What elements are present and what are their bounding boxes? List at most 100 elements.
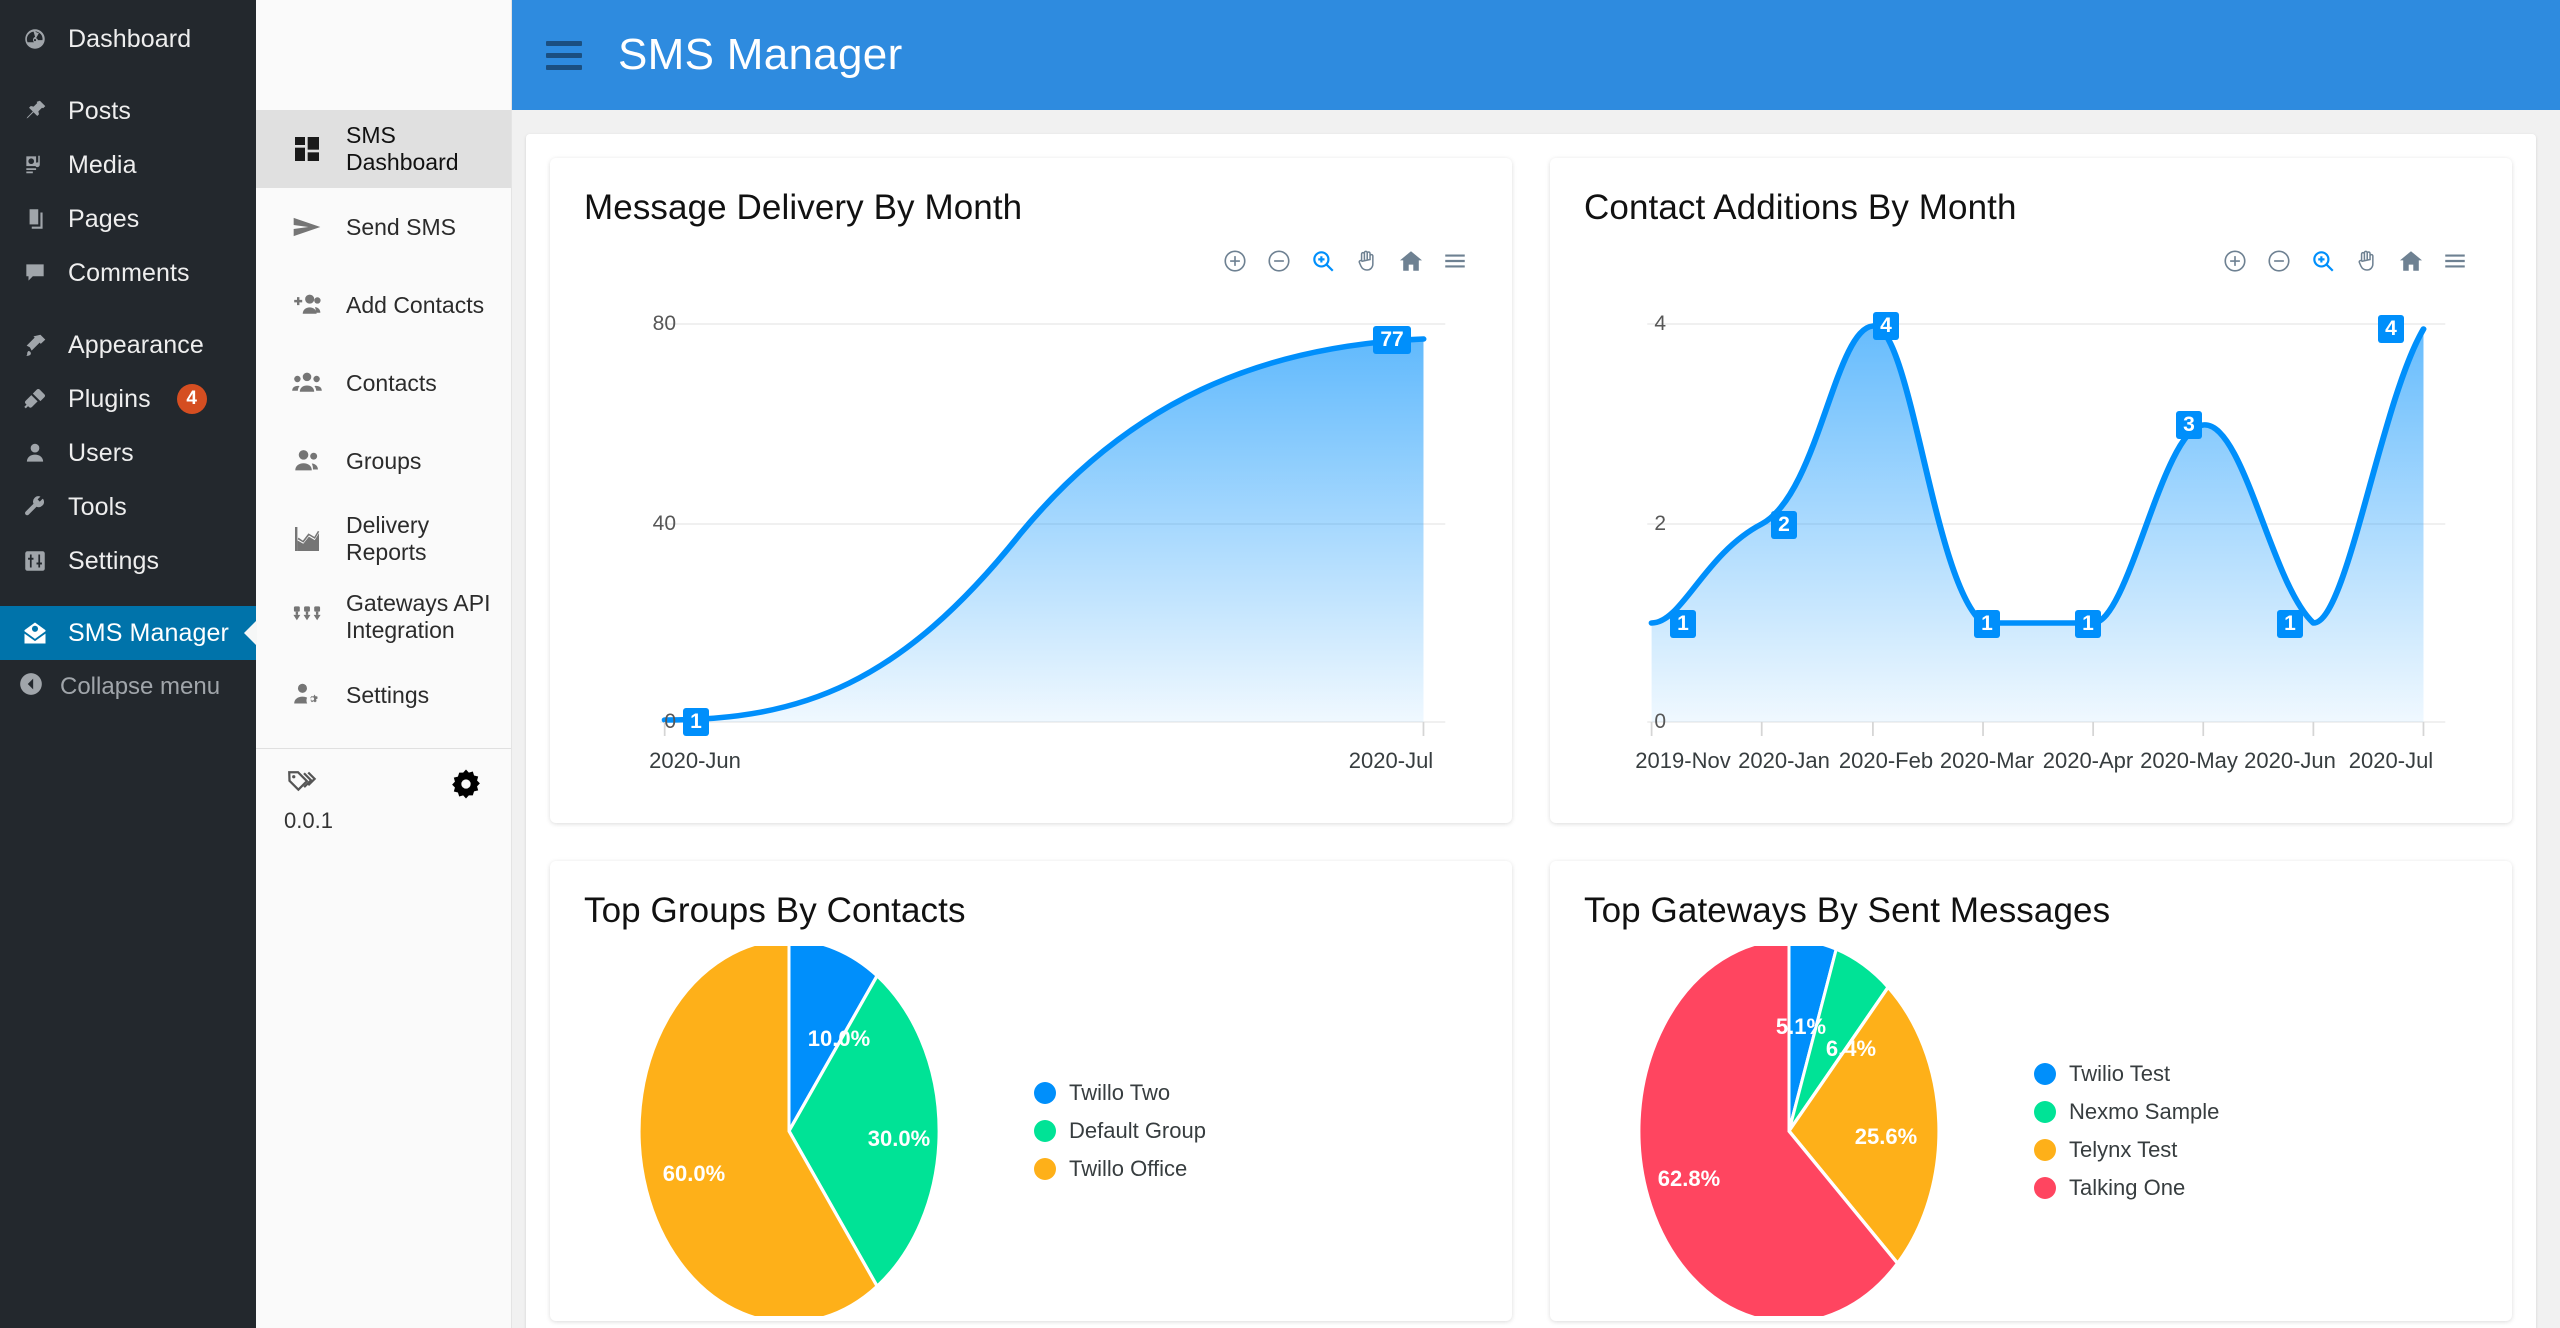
card-message-delivery: Message Delivery By Month 80 40 0 1 77 2… [550,158,1512,823]
legend-item[interactable]: Telynx Test [2034,1137,2219,1163]
y-tick-mid: 2 [1654,512,1666,535]
area-chart-contact-additions[interactable]: 4 2 0 1 2 4 1 1 3 1 4 2019-Nov 2020-Jan … [1584,284,2478,804]
two-people-icon [286,445,328,477]
svg-text:77: 77 [1380,328,1403,351]
sidebar-item-label: Comments [68,258,190,287]
reset-home-icon[interactable] [1396,246,1426,276]
pan-hand-icon[interactable] [2352,246,2382,276]
pie-legend: Twilio Test Nexmo Sample Telynx Test Tal… [2024,1061,2219,1201]
people-group-icon [286,367,328,399]
sidebar-item-plugins[interactable]: Plugins 4 [0,372,256,426]
version-block: 0.0.1 [284,767,333,834]
user-gear-icon [286,679,328,711]
legend-dot-icon [2034,1101,2056,1123]
pan-hand-icon[interactable] [1352,246,1382,276]
chart-toolbar [1584,238,2478,284]
sidebar-item-tools[interactable]: Tools [0,480,256,534]
data-label: 1 [1670,610,1696,638]
plugin-item-send-sms[interactable]: Send SMS [256,188,511,266]
legend-item[interactable]: Nexmo Sample [2034,1099,2219,1125]
sidebar-separator [0,588,256,606]
add-people-icon [286,289,328,321]
x-tick-label: 2020-Feb [1839,748,1933,773]
sidebar-item-label: Pages [68,204,140,233]
x-tick-label: 2020-Jun [649,748,741,773]
plugs-icon [286,601,328,633]
sidebar-item-appearance[interactable]: Appearance [0,318,256,372]
sidebar-item-posts[interactable]: Posts [0,84,256,138]
zoom-in-icon[interactable] [1220,246,1250,276]
pie-svg[interactable]: 5.1% 6.4% 25.6% 62.8% [1584,946,2014,1316]
plugin-item-contacts[interactable]: Contacts [256,344,511,422]
chart-title: Message Delivery By Month [584,188,1023,227]
plugin-item-label: Contacts [346,369,437,396]
plugin-item-gateways-api-integration[interactable]: Gateways API Integration [256,578,511,656]
legend-item[interactable]: Default Group [1034,1118,1206,1144]
svg-text:1: 1 [1981,612,1993,635]
sidebar-item-sms-manager[interactable]: SMS Manager [0,606,256,660]
plugin-item-label: Delivery Reports [346,512,430,565]
zoom-out-icon[interactable] [2264,246,2294,276]
sidebar-item-comments[interactable]: Comments [0,246,256,300]
plugin-item-sms-dashboard[interactable]: SMS Dashboard [256,110,511,188]
zoom-out-icon[interactable] [1264,246,1294,276]
chart-toolbar [584,238,1478,284]
selection-zoom-icon[interactable] [2308,246,2338,276]
sidebar-item-dashboard[interactable]: Dashboard [0,12,256,66]
media-icon [18,152,52,178]
data-label: 3 [2176,411,2202,439]
chart-title: Top Gateways By Sent Messages [1584,891,2111,930]
data-label: 1 [1974,610,2000,638]
zoom-in-icon[interactable] [2220,246,2250,276]
chart-report-icon [286,523,328,555]
legend-item[interactable]: Talking One [2034,1175,2219,1201]
pie-svg[interactable]: 10.0% 30.0% 60.0% [584,946,1014,1316]
data-label: 4 [1873,312,1899,340]
gear-icon[interactable] [449,767,483,806]
user-icon [18,440,52,466]
tags-icon [284,767,333,802]
sms-envelope-icon [18,619,52,647]
menu-hamburger-icon[interactable] [1440,246,1470,276]
reset-home-icon[interactable] [2396,246,2426,276]
pie-chart-top-gateways: 5.1% 6.4% 25.6% 62.8% Twilio Test Nexmo … [1584,941,2478,1321]
legend-item[interactable]: Twilio Test [2034,1061,2219,1087]
version-number: 0.0.1 [284,808,333,833]
card-top-gateways: Top Gateways By Sent Messages 5.1% 6.4% … [1550,861,2512,1321]
svg-text:4: 4 [2385,317,2397,340]
sidebar-item-media[interactable]: Media [0,138,256,192]
sidebar-item-users[interactable]: Users [0,426,256,480]
selection-zoom-icon[interactable] [1308,246,1338,276]
legend-label: Twilio Test [2069,1061,2171,1086]
data-label: 4 [2378,315,2404,343]
legend-label: Talking One [2069,1175,2186,1200]
sidebar-item-label: Settings [68,546,160,575]
collapse-menu-button[interactable]: Collapse menu [0,660,256,714]
legend-dot-icon [1034,1158,1056,1180]
y-tick-top: 4 [1654,312,1666,335]
pie-value-label: 5.1% [1776,1014,1826,1039]
svg-text:1: 1 [2284,612,2296,635]
legend-label: Twillo Office [1069,1156,1188,1181]
menu-hamburger-icon[interactable] [2440,246,2470,276]
plugin-footer: 0.0.1 [256,749,511,834]
data-label: 1 [2277,610,2303,638]
collapse-left-icon [18,671,44,704]
plugin-item-label: Send SMS [346,213,456,240]
plugin-item-settings[interactable]: Settings [256,656,511,734]
data-label: 2 [1771,511,1797,539]
legend-dot-icon [2034,1139,2056,1161]
area-chart-message-delivery[interactable]: 80 40 0 1 77 2020-Jun 2020-Jul [584,284,1478,804]
legend-dot-icon [2034,1177,2056,1199]
y-tick-bottom: 0 [1654,710,1666,733]
sidebar-item-settings[interactable]: Settings [0,534,256,588]
legend-item[interactable]: Twillo Two [1034,1080,1206,1106]
sidebar-item-label: Users [68,438,134,467]
sidebar-item-label: Media [68,150,137,179]
plugin-item-groups[interactable]: Groups [256,422,511,500]
hamburger-icon[interactable] [546,40,582,70]
legend-item[interactable]: Twillo Office [1034,1156,1206,1182]
sidebar-item-pages[interactable]: Pages [0,192,256,246]
plugin-item-delivery-reports[interactable]: Delivery Reports [256,500,511,578]
plugin-item-add-contacts[interactable]: Add Contacts [256,266,511,344]
